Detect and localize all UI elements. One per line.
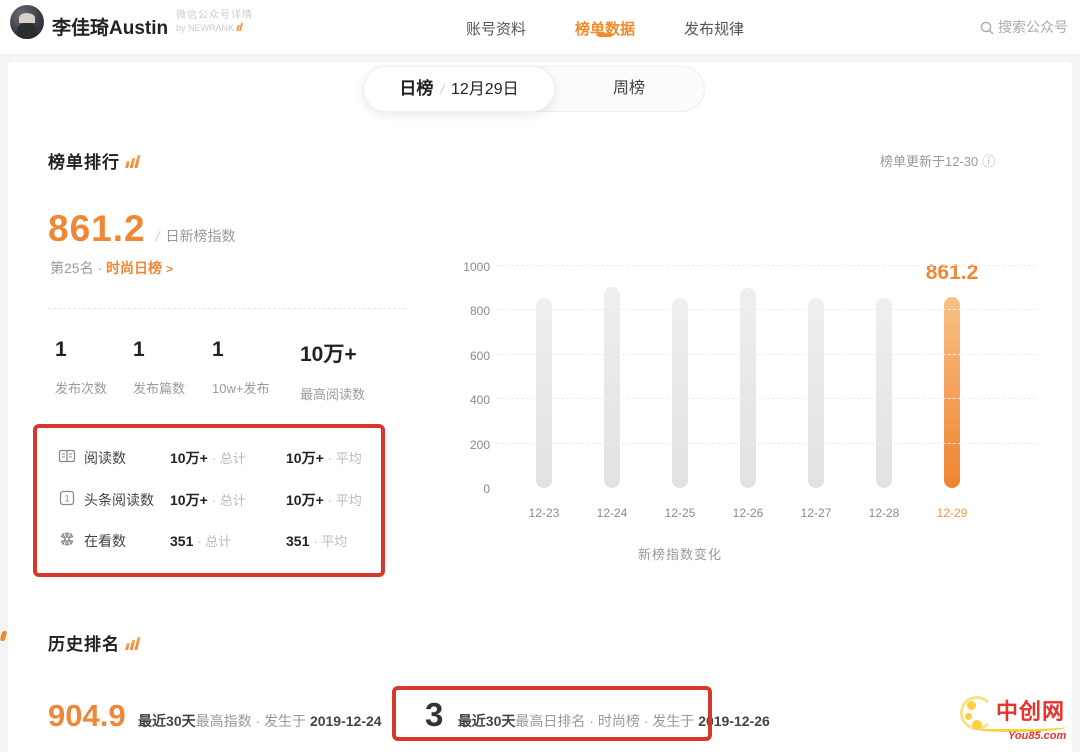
x-axis-tick-label: 12-27 bbox=[801, 506, 832, 520]
x-axis-tick-label: 12-23 bbox=[529, 506, 560, 520]
history-section-header: 历史排名 bbox=[48, 630, 141, 655]
daily-index-label: 日新榜指数 bbox=[165, 228, 235, 244]
history-max-index-value: 904.9 bbox=[48, 698, 126, 733]
fashion-daily-rank-link[interactable]: 时尚日榜 bbox=[106, 260, 162, 276]
chart-column: 12-29861.2 bbox=[918, 266, 986, 488]
updated-note: 榜单更新于12-30ⓘ bbox=[880, 151, 995, 170]
daily-rank-segment[interactable]: 日榜 / 12月29日 bbox=[363, 66, 555, 112]
ranking-section-title: 榜单排行 bbox=[48, 153, 120, 172]
stat-value: 10万+ bbox=[300, 338, 365, 368]
stat-publish-articles: 1 发布篇数 bbox=[133, 338, 185, 397]
chart-bar[interactable] bbox=[876, 298, 892, 488]
annotation-box-history-rank bbox=[392, 686, 712, 741]
x-axis-tick-label: 12-25 bbox=[665, 506, 696, 520]
stat-10w-publish: 1 10w+发布 bbox=[212, 338, 269, 397]
section-bars-icon bbox=[126, 155, 141, 173]
search-icon bbox=[980, 21, 994, 35]
chart-bar[interactable] bbox=[808, 298, 824, 488]
gridline bbox=[496, 265, 1036, 266]
brand-line2: by NEWRANK bbox=[176, 22, 253, 34]
chart-bars: 12-2312-2412-2512-2612-2712-2812-29861.2 bbox=[510, 266, 986, 488]
stat-value: 1 bbox=[55, 338, 107, 362]
daily-index-block: 861.2 / 日新榜指数 bbox=[48, 208, 235, 250]
stat-label: 最高阅读数 bbox=[300, 384, 365, 403]
daily-index-value: 861.2 bbox=[48, 208, 146, 249]
chart-column: 12-25 bbox=[646, 266, 714, 488]
stat-value: 1 bbox=[212, 338, 269, 362]
x-axis-tick-label: 12-26 bbox=[733, 506, 764, 520]
watermark-name: 中创网 bbox=[996, 694, 1065, 726]
y-axis-tick-label: 0 bbox=[446, 482, 490, 496]
history-text-segment: 最高指数 bbox=[196, 713, 252, 729]
watermark-site: You85.com bbox=[1008, 730, 1066, 742]
history-section-title: 历史排名 bbox=[48, 635, 120, 654]
stat-label: 发布篇数 bbox=[133, 378, 185, 397]
search-label: 搜索公众号 bbox=[998, 19, 1068, 35]
watermark-logo: 中创网 You85.com bbox=[946, 686, 1076, 748]
stat-publish-times: 1 发布次数 bbox=[55, 338, 107, 397]
history-text-segment: · 发生于 bbox=[252, 713, 310, 729]
chart-bar[interactable] bbox=[604, 287, 620, 488]
chart-column: 12-26 bbox=[714, 266, 782, 488]
history-item-max-index: 904.9 最近30天最高指数 · 发生于 2019-12-24 bbox=[48, 698, 382, 734]
edge-accent-mark bbox=[0, 631, 7, 641]
x-axis-tick-label: 12-29 bbox=[937, 506, 968, 520]
rank-period-toggle: 日榜 / 12月29日 周榜 bbox=[363, 66, 705, 112]
tab-publish-pattern[interactable]: 发布规律 bbox=[684, 18, 744, 39]
index-separator: / bbox=[156, 228, 160, 244]
gridline bbox=[496, 354, 1036, 355]
y-axis-tick-label: 600 bbox=[446, 349, 490, 363]
chart-plot: 12-2312-2412-2512-2612-2712-2812-29861.2… bbox=[496, 266, 1036, 488]
section-bars-icon bbox=[126, 637, 141, 655]
y-axis-tick-label: 400 bbox=[446, 393, 490, 407]
stat-label: 发布次数 bbox=[55, 378, 107, 397]
rank-dot: · bbox=[97, 260, 102, 276]
chart-column: 12-28 bbox=[850, 266, 918, 488]
stat-max-reads: 10万+ 最高阅读数 bbox=[300, 338, 365, 403]
rank-position: 第25名 bbox=[50, 260, 94, 276]
chevron-right-icon[interactable]: > bbox=[166, 262, 173, 276]
brand-line1: 微信公众号详情 bbox=[176, 10, 253, 22]
account-avatar[interactable] bbox=[10, 5, 44, 39]
rank-position-line: 第25名 · 时尚日榜 > bbox=[50, 258, 173, 278]
y-axis-tick-label: 200 bbox=[446, 438, 490, 452]
chart-title: 新榜指数变化 bbox=[450, 544, 910, 563]
chart-bar[interactable] bbox=[536, 298, 552, 488]
active-tab-indicator bbox=[598, 33, 612, 37]
dashed-divider bbox=[48, 308, 406, 309]
account-name: 李佳琦Austin bbox=[52, 13, 168, 40]
x-axis-tick-label: 12-28 bbox=[869, 506, 900, 520]
stat-label: 10w+发布 bbox=[212, 378, 269, 397]
gridline bbox=[496, 398, 1036, 399]
gridline bbox=[496, 443, 1036, 444]
page: 李佳琦Austin 微信公众号详情 by NEWRANK 账号资料 榜单数据 发… bbox=[0, 0, 1080, 752]
tab-account-profile[interactable]: 账号资料 bbox=[466, 18, 526, 39]
top-header: 李佳琦Austin 微信公众号详情 by NEWRANK 账号资料 榜单数据 发… bbox=[0, 0, 1080, 55]
brand-block: 微信公众号详情 by NEWRANK bbox=[176, 10, 253, 34]
annotation-box-metrics bbox=[33, 424, 385, 577]
history-text-segment: 最近30天 bbox=[138, 713, 196, 729]
daily-label: 日榜 bbox=[399, 79, 433, 98]
daily-date: 12月29日 bbox=[451, 81, 519, 98]
y-axis-tick-label: 1000 bbox=[446, 260, 490, 274]
y-axis-tick-label: 800 bbox=[446, 304, 490, 318]
gridline bbox=[496, 309, 1036, 310]
chart-bar[interactable] bbox=[740, 288, 756, 488]
chart-bar[interactable] bbox=[944, 297, 960, 488]
stat-value: 1 bbox=[133, 338, 185, 362]
chart-bar[interactable] bbox=[672, 298, 688, 488]
history-date: 2019-12-24 bbox=[310, 713, 382, 729]
chart-column: 12-27 bbox=[782, 266, 850, 488]
search-account[interactable]: 搜索公众号 bbox=[980, 17, 1068, 37]
weekly-rank-segment[interactable]: 周榜 bbox=[554, 67, 704, 111]
chart-column: 12-24 bbox=[578, 266, 646, 488]
ranking-section-header: 榜单排行 bbox=[48, 148, 141, 173]
toggle-separator: / bbox=[440, 82, 444, 97]
x-axis-tick-label: 12-24 bbox=[597, 506, 628, 520]
index-trend-chart: 12-2312-2412-2512-2612-2712-2812-29861.2… bbox=[450, 250, 1050, 565]
chart-column: 12-23 bbox=[510, 266, 578, 488]
info-icon[interactable]: ⓘ bbox=[982, 151, 995, 170]
newrank-bars-icon bbox=[237, 22, 243, 34]
